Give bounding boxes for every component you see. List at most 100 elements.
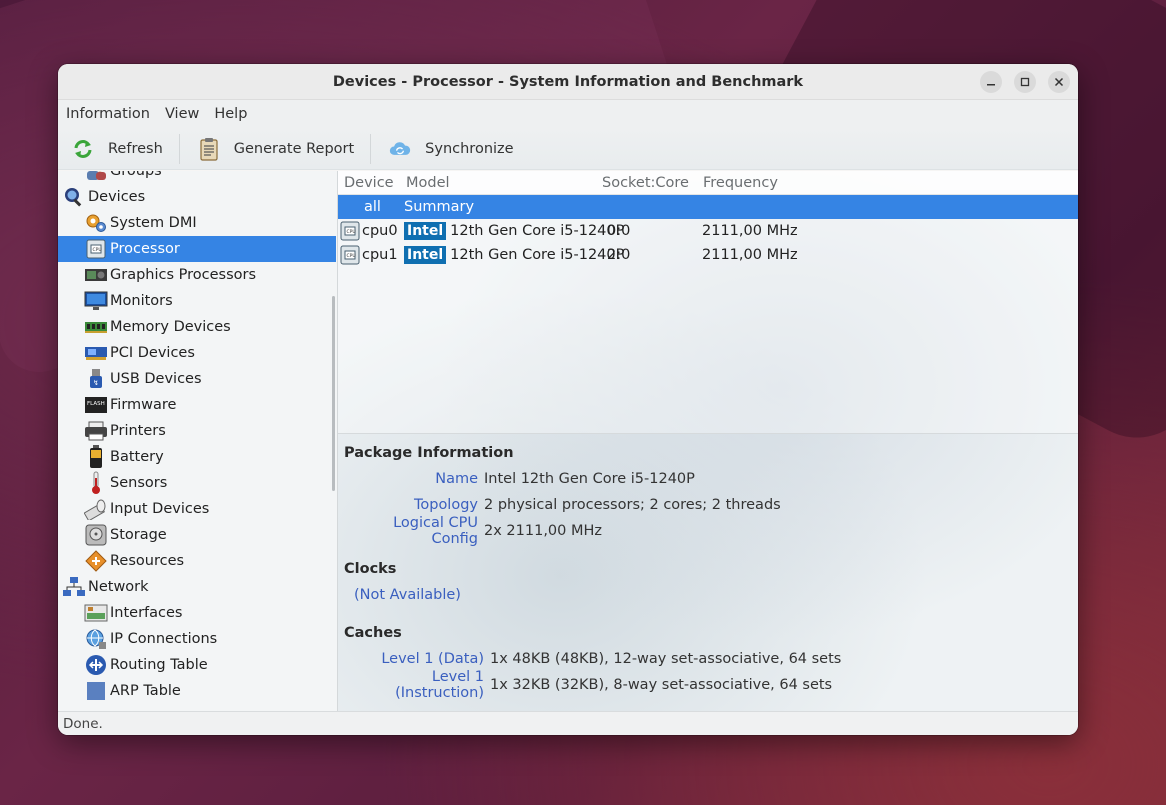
- cache-row: Level 1 (Instruction) 1x 32KB (32KB), 8-w…: [344, 669, 1072, 701]
- svg-text:CPU: CPU: [93, 247, 102, 253]
- window-title: Devices - Processor - System Information…: [332, 73, 804, 90]
- cache-value: 1x 48KB (48KB), 12-way set-associative, …: [490, 651, 842, 667]
- sensor-icon: [84, 471, 108, 494]
- sidebar-item-label: Devices: [88, 189, 146, 205]
- system-dmi-icon: [84, 212, 108, 234]
- menu-bar: Information View Help: [58, 100, 1078, 128]
- cpu-model: 12th Gen Core i5-1240P: [450, 247, 625, 263]
- sidebar-item-label: Network: [88, 579, 149, 595]
- menu-help[interactable]: Help: [210, 106, 251, 122]
- column-header-frequency[interactable]: Frequency: [697, 175, 847, 191]
- sidebar-item-label: Input Devices: [110, 501, 210, 517]
- sidebar-item-label: Firmware: [110, 397, 177, 413]
- table-header: Device Model Socket:Core Frequency: [338, 171, 1078, 195]
- cpu-device: cpu0: [362, 223, 398, 239]
- column-header-model[interactable]: Model: [400, 175, 602, 191]
- sidebar-item-label: Resources: [110, 553, 185, 569]
- info-value: 2 physical processors; 2 cores; 2 thread…: [484, 497, 781, 513]
- menu-view[interactable]: View: [161, 106, 203, 122]
- processor-icon: CPU: [340, 245, 362, 265]
- toolbar-separator: [178, 133, 180, 164]
- table-row-summary[interactable]: all Summary: [338, 195, 1078, 219]
- synchronize-button[interactable]: Synchronize: [375, 128, 525, 170]
- generate-report-label: Generate Report: [233, 140, 355, 157]
- sidebar-item-memory-devices[interactable]: Memory Devices: [58, 314, 337, 340]
- intel-vendor-badge: Intel: [404, 246, 447, 264]
- sidebar-item-graphics-processors[interactable]: Graphics Processors: [58, 262, 337, 288]
- sidebar-item-routing-table[interactable]: Routing Table: [58, 652, 337, 678]
- sidebar-item-pci-devices[interactable]: PCI Devices: [58, 340, 337, 366]
- sidebar-item-label: Interfaces: [110, 605, 183, 621]
- sidebar-item-interfaces[interactable]: Interfaces: [58, 600, 337, 626]
- sidebar-item-label: Printers: [110, 423, 166, 439]
- column-header-device[interactable]: Device: [338, 175, 400, 191]
- devices-icon: [62, 186, 86, 208]
- synchronize-label: Synchronize: [425, 140, 514, 157]
- sidebar-item-arp-table[interactable]: ARP Table: [58, 678, 337, 704]
- svg-text:CPU: CPU: [347, 253, 356, 259]
- package-info-heading: Package Information: [344, 445, 514, 461]
- maximize-icon: [1020, 77, 1030, 87]
- sidebar-item-monitors[interactable]: Monitors: [58, 288, 337, 314]
- refresh-label: Refresh: [108, 140, 163, 157]
- sidebar-item-network[interactable]: Network: [58, 574, 337, 600]
- summary-model: Summary: [404, 199, 475, 215]
- column-header-socket-core[interactable]: Socket:Core: [602, 175, 697, 191]
- info-key: Name: [435, 471, 478, 487]
- pci-icon: [84, 342, 108, 364]
- printer-icon: [84, 420, 108, 442]
- sidebar-item-battery[interactable]: Battery: [58, 444, 337, 470]
- table-row[interactable]: CPU cpu1 Intel 12th Gen Core i5-1240P 2:0 211…: [338, 243, 1078, 267]
- gpu-icon: [84, 264, 108, 286]
- close-button[interactable]: [1048, 71, 1070, 93]
- cpu-frequency: 2111,00 MHz: [702, 247, 798, 263]
- sidebar-item-label: USB Devices: [110, 371, 202, 387]
- sidebar-item-usb-devices[interactable]: ↯ USB Devices: [58, 366, 337, 392]
- resources-icon: [84, 550, 108, 572]
- sidebar-item-label: Monitors: [110, 293, 173, 309]
- intel-vendor-badge: Intel: [404, 222, 447, 240]
- cpu-socket-core: 0:0: [607, 223, 631, 239]
- menu-information[interactable]: Information: [62, 106, 154, 122]
- package-info-row: Logical CPU Config 2x 2111,00 MHz: [344, 515, 1072, 547]
- sidebar-scrollbar[interactable]: [332, 296, 335, 491]
- sidebar-item-sensors[interactable]: Sensors: [58, 470, 337, 496]
- sidebar-item-label: ARP Table: [110, 683, 181, 699]
- sidebar-item-storage[interactable]: Storage: [58, 522, 337, 548]
- groups-icon: [84, 171, 108, 182]
- generate-report-button[interactable]: Generate Report: [184, 128, 366, 170]
- ip-connections-icon: [84, 628, 108, 650]
- sidebar-item-firmware[interactable]: FLASH Firmware: [58, 392, 337, 418]
- info-value: 2x 2111,00 MHz: [484, 523, 603, 539]
- sidebar-item-ip-connections[interactable]: IP Connections: [58, 626, 337, 652]
- info-key: Logical CPU Config: [393, 515, 478, 547]
- sidebar-item-label: Routing Table: [110, 657, 208, 673]
- sidebar-item-groups[interactable]: Groups: [58, 171, 337, 184]
- arp-icon: [84, 680, 108, 702]
- table-row[interactable]: CPU cpu0 Intel 12th Gen Core i5-1240P 0:0 211…: [338, 219, 1078, 243]
- sidebar-item-resources[interactable]: Resources: [58, 548, 337, 574]
- cpu-model: 12th Gen Core i5-1240P: [450, 223, 625, 239]
- sidebar-item-label: Memory Devices: [110, 319, 231, 335]
- memory-icon: [84, 316, 108, 338]
- cache-key: Level 1 (Data): [381, 651, 484, 667]
- refresh-button[interactable]: Refresh: [58, 128, 175, 170]
- sidebar-item-label: PCI Devices: [110, 345, 195, 361]
- maximize-button[interactable]: [1014, 71, 1036, 93]
- refresh-icon: [72, 138, 94, 160]
- monitor-icon: [84, 290, 108, 312]
- sidebar-item-input-devices[interactable]: Input Devices: [58, 496, 337, 522]
- minimize-button[interactable]: [980, 71, 1002, 93]
- sidebar-item-label: Storage: [110, 527, 167, 543]
- sidebar-item-label: Groups: [110, 171, 162, 179]
- interfaces-icon: [84, 602, 108, 624]
- sidebar-item-printers[interactable]: Printers: [58, 418, 337, 444]
- sidebar-item-label: Sensors: [110, 475, 168, 491]
- sidebar-item-devices[interactable]: Devices: [58, 184, 337, 210]
- sidebar-item-processor[interactable]: CPU Processor: [58, 236, 336, 262]
- svg-text:↯: ↯: [93, 379, 99, 387]
- sidebar-item-label: System DMI: [110, 215, 197, 231]
- toolbar-separator: [370, 133, 372, 164]
- routing-icon: [84, 654, 108, 676]
- sidebar-item-system-dmi[interactable]: System DMI: [58, 210, 337, 236]
